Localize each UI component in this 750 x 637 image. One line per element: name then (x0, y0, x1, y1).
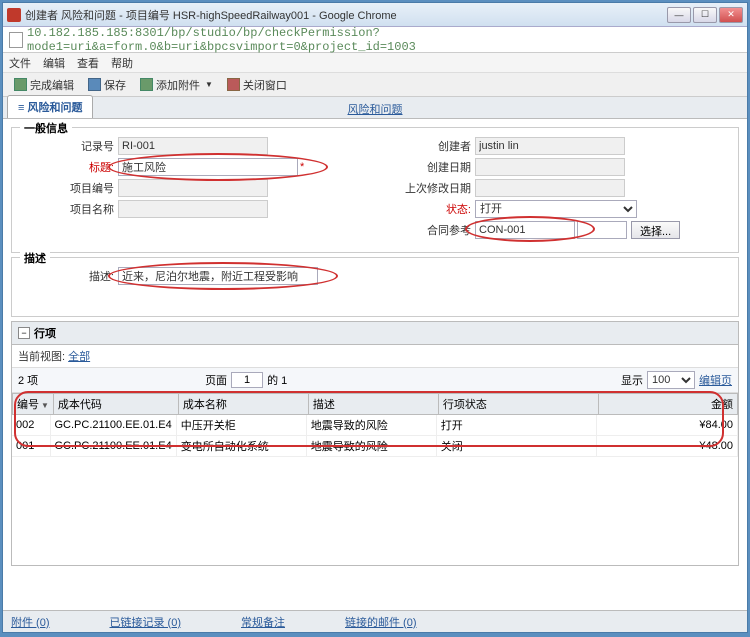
col-desc[interactable]: 描述 (308, 394, 438, 415)
col-status[interactable]: 行项状态 (438, 394, 598, 415)
menu-file[interactable]: 文件 (9, 55, 31, 71)
creator-input (475, 137, 625, 155)
contract-extra[interactable] (577, 221, 627, 239)
titlebar: 创建者 风险和问题 - 项目编号 HSR-highSpeedRailway001… (3, 3, 747, 27)
save-button[interactable]: 保存 (83, 75, 131, 95)
required-star: * (300, 161, 304, 173)
col-name[interactable]: 成本名称 (178, 394, 308, 415)
lineitems-table: 编号▼ 成本代码 成本名称 描述 行项状态 金额 (12, 393, 738, 415)
col-no[interactable]: 编号▼ (13, 394, 54, 415)
table-row[interactable]: 001 GC.PC.21100.EE.01.E4 变电所自动化系统 地震导致的风… (12, 436, 738, 457)
record-no-label: 记录号 (18, 138, 118, 154)
form-panel: 一般信息 记录号 创建者 标题: * 创建日 (3, 119, 747, 610)
editpage-link[interactable]: 编辑页 (699, 372, 732, 388)
menu-view[interactable]: 查看 (77, 55, 99, 71)
mod-date-input (475, 179, 625, 197)
plus-icon (140, 78, 153, 91)
tab-center-link[interactable]: 风险和问题 (348, 101, 403, 117)
page-of: 的 1 (267, 372, 287, 388)
general-legend: 一般信息 (20, 120, 72, 136)
creator-label: 创建者 (375, 138, 475, 154)
desc-legend: 描述 (20, 250, 50, 266)
description-group: 描述 描述: (11, 257, 739, 317)
create-date-input (475, 158, 625, 176)
proj-no-label: 项目编号 (18, 180, 118, 196)
contract-input[interactable] (475, 221, 575, 239)
table-row[interactable]: 002 GC.PC.21100.EE.01.E4 中压开关柜 地震导致的风险 打… (12, 415, 738, 436)
desc-input[interactable] (118, 267, 318, 285)
status-label: 状态: (375, 201, 475, 217)
check-icon (14, 78, 27, 91)
col-code[interactable]: 成本代码 (53, 394, 178, 415)
show-select[interactable]: 100 (647, 371, 695, 389)
lineitems-header: − 行项 (11, 321, 739, 345)
menu-edit[interactable]: 编辑 (43, 55, 65, 71)
contract-label: 合同参考 (375, 222, 475, 238)
footer-linked[interactable]: 已链接记录 (0) (110, 614, 182, 630)
desc-label: 描述: (18, 268, 118, 284)
menubar: 文件 编辑 查看 帮助 (3, 53, 747, 73)
mod-date-label: 上次修改日期 (375, 180, 475, 196)
lineitems-legend: 行项 (34, 325, 56, 341)
proj-name-label: 项目名称 (18, 201, 118, 217)
close-icon (227, 78, 240, 91)
app-icon (7, 8, 21, 22)
proj-name-input (118, 200, 268, 218)
page-icon (9, 32, 23, 48)
tab-main[interactable]: ≡ 风险和问题 (7, 95, 93, 118)
url-text[interactable]: 10.182.185.185:8301/bp/studio/bp/checkPe… (27, 26, 741, 54)
finish-edit-button[interactable]: 完成编辑 (9, 75, 79, 95)
col-amount[interactable]: 金额 (598, 394, 737, 415)
record-no-input (118, 137, 268, 155)
tab-bar: ≡ 风险和问题 风险和问题 (3, 97, 747, 119)
title-label: 标题: (18, 159, 118, 175)
footer-notes[interactable]: 常规备注 (241, 614, 285, 630)
footer-bar: 附件 (0) 已链接记录 (0) 常规备注 链接的邮件 (0) (3, 610, 747, 632)
collapse-icon[interactable]: − (18, 327, 30, 339)
general-info-group: 一般信息 记录号 创建者 标题: * 创建日 (11, 127, 739, 253)
show-label: 显示 (621, 372, 643, 388)
select-contract-button[interactable]: 选择... (631, 221, 680, 239)
toolbar: 完成编辑 保存 添加附件▼ 关闭窗口 (3, 73, 747, 97)
footer-mail[interactable]: 链接的邮件 (0) (345, 614, 417, 630)
close-form-button[interactable]: 关闭窗口 (222, 75, 292, 95)
chevron-down-icon: ▼ (205, 80, 213, 89)
status-select[interactable]: 打开 (475, 200, 637, 218)
page-label: 页面 (205, 372, 227, 388)
item-count: 2 项 (18, 372, 38, 388)
proj-no-input (118, 179, 268, 197)
view-prefix: 当前视图: (18, 351, 65, 363)
save-icon (88, 78, 101, 91)
lineitems-panel: 当前视图: 全部 2 项 页面 的 1 显示 100 编辑页 编号▼ 成本代码 (11, 345, 739, 566)
title-input[interactable] (118, 158, 298, 176)
page-input[interactable] (231, 372, 263, 388)
view-link[interactable]: 全部 (68, 351, 90, 363)
sort-desc-icon: ▼ (41, 401, 49, 410)
attach-button[interactable]: 添加附件▼ (135, 75, 218, 95)
footer-attach[interactable]: 附件 (0) (11, 614, 50, 630)
maximize-button[interactable]: ☐ (693, 7, 717, 23)
menu-help[interactable]: 帮助 (111, 55, 133, 71)
close-window-button[interactable]: ✕ (719, 7, 743, 23)
window-title: 创建者 风险和问题 - 项目编号 HSR-highSpeedRailway001… (25, 7, 667, 23)
create-date-label: 创建日期 (375, 159, 475, 175)
address-bar: 10.182.185.185:8301/bp/studio/bp/checkPe… (3, 27, 747, 53)
minimize-button[interactable]: — (667, 7, 691, 23)
